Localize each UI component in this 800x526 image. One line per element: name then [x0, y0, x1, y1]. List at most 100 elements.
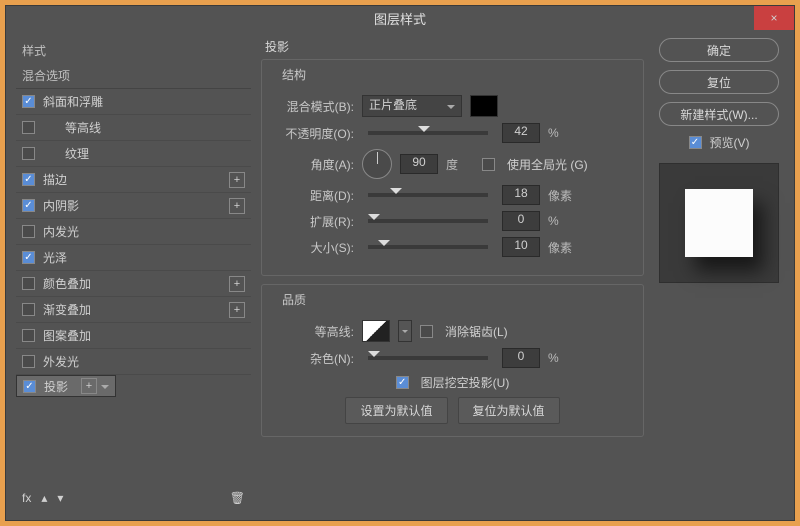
down-icon[interactable]: ▾	[57, 491, 63, 505]
set-default-button[interactable]: 设置为默认值	[345, 397, 447, 424]
antialias-label: 消除锯齿(L)	[445, 323, 508, 340]
effect-label: 内阴影	[43, 197, 229, 214]
effect-checkbox[interactable]	[22, 121, 35, 134]
effect-label: 颜色叠加	[43, 275, 229, 292]
right-panel: 确定 复位 新建样式(W)... 预览(V)	[654, 38, 784, 512]
effect-item-4[interactable]: 内阴影+	[16, 193, 251, 219]
size-slider[interactable]	[368, 245, 488, 249]
styles-panel: 样式 混合选项 斜面和浮雕等高线纹理描边+内阴影+内发光光泽颜色叠加+渐变叠加+…	[16, 38, 251, 512]
opacity-input[interactable]: 42	[502, 123, 540, 143]
opacity-slider[interactable]	[368, 131, 488, 135]
effect-item-6[interactable]: 光泽	[16, 245, 251, 271]
styles-header: 样式	[16, 38, 251, 63]
effect-item-9[interactable]: 图案叠加	[16, 323, 251, 349]
plus-icon[interactable]: +	[81, 378, 97, 394]
effects-list: 斜面和浮雕等高线纹理描边+内阴影+内发光光泽颜色叠加+渐变叠加+图案叠加外发光投…	[16, 89, 251, 484]
opacity-unit: %	[548, 126, 576, 140]
close-icon: ×	[770, 11, 777, 25]
preview-swatch	[685, 189, 753, 257]
effect-checkbox[interactable]	[23, 380, 36, 393]
effect-checkbox[interactable]	[22, 251, 35, 264]
preview-area	[659, 163, 779, 283]
styles-footer: fx ▴ ▾ 🗑	[16, 484, 251, 512]
size-input[interactable]: 10	[502, 237, 540, 257]
structure-group: 结构 混合模式(B): 正片叠底 不透明度(O): 42 % 角度(A): 90…	[261, 59, 644, 276]
plus-icon[interactable]: +	[229, 172, 245, 188]
angle-label: 角度(A):	[272, 156, 354, 173]
effect-item-5[interactable]: 内发光	[16, 219, 251, 245]
antialias-checkbox[interactable]	[420, 325, 433, 338]
quality-legend: 品质	[278, 291, 310, 308]
effect-checkbox[interactable]	[22, 355, 35, 368]
effect-checkbox[interactable]	[22, 199, 35, 212]
fx-icon[interactable]: fx	[22, 491, 31, 505]
effect-checkbox[interactable]	[22, 173, 35, 186]
shadow-color-swatch[interactable]	[470, 95, 498, 117]
preview-label: 预览(V)	[710, 134, 750, 151]
noise-slider[interactable]	[368, 356, 488, 360]
contour-picker[interactable]	[362, 320, 390, 342]
size-label: 大小(S):	[272, 239, 354, 256]
angle-dial[interactable]	[362, 149, 392, 179]
noise-unit: %	[548, 351, 576, 365]
effect-item-7[interactable]: 颜色叠加+	[16, 271, 251, 297]
blend-mode-select[interactable]: 正片叠底	[362, 95, 462, 117]
up-icon[interactable]: ▴	[41, 491, 47, 505]
distance-label: 距离(D):	[272, 187, 354, 204]
angle-unit: 度	[446, 156, 474, 173]
effect-checkbox[interactable]	[22, 95, 35, 108]
global-light-checkbox[interactable]	[482, 158, 495, 171]
global-light-label: 使用全局光 (G)	[507, 156, 588, 173]
trash-icon[interactable]: 🗑	[230, 491, 245, 505]
effect-label: 渐变叠加	[43, 301, 229, 318]
preview-checkbox[interactable]	[689, 136, 702, 149]
effect-item-2[interactable]: 纹理	[16, 141, 251, 167]
close-button[interactable]: ×	[754, 6, 794, 30]
dialog: 图层样式 × 样式 混合选项 斜面和浮雕等高线纹理描边+内阴影+内发光光泽颜色叠…	[5, 5, 795, 521]
quality-group: 品质 等高线: 消除锯齿(L) 杂色(N): 0 % 图层挖空投影(U)	[261, 284, 644, 437]
contour-label: 等高线:	[272, 323, 354, 340]
reset-default-button[interactable]: 复位为默认值	[458, 397, 560, 424]
effect-label: 纹理	[43, 145, 245, 162]
dialog-body: 样式 混合选项 斜面和浮雕等高线纹理描边+内阴影+内发光光泽颜色叠加+渐变叠加+…	[6, 30, 794, 520]
distance-unit: 像素	[548, 187, 576, 204]
effect-label: 等高线	[43, 119, 245, 136]
contour-dropdown[interactable]	[398, 320, 412, 342]
effect-item-3[interactable]: 描边+	[16, 167, 251, 193]
effect-item-8[interactable]: 渐变叠加+	[16, 297, 251, 323]
knockout-checkbox[interactable]	[396, 376, 409, 389]
size-unit: 像素	[548, 239, 576, 256]
effect-item-0[interactable]: 斜面和浮雕	[16, 89, 251, 115]
spread-input[interactable]: 0	[502, 211, 540, 231]
ok-button[interactable]: 确定	[659, 38, 779, 62]
plus-icon[interactable]: +	[229, 198, 245, 214]
effect-label: 斜面和浮雕	[43, 93, 245, 110]
spread-label: 扩展(R):	[272, 213, 354, 230]
effect-item-1[interactable]: 等高线	[16, 115, 251, 141]
blend-label: 混合模式(B):	[272, 98, 354, 115]
dialog-title: 图层样式	[374, 9, 426, 28]
effect-checkbox[interactable]	[22, 277, 35, 290]
plus-icon[interactable]: +	[229, 276, 245, 292]
effect-item-11[interactable]: 投影+	[16, 375, 116, 397]
effect-checkbox[interactable]	[22, 329, 35, 342]
spread-slider[interactable]	[368, 219, 488, 223]
effect-item-10[interactable]: 外发光	[16, 349, 251, 375]
effect-checkbox[interactable]	[22, 147, 35, 160]
distance-input[interactable]: 18	[502, 185, 540, 205]
noise-input[interactable]: 0	[502, 348, 540, 368]
effect-label: 内发光	[43, 223, 245, 240]
blending-options[interactable]: 混合选项	[16, 63, 251, 89]
distance-slider[interactable]	[368, 193, 488, 197]
cancel-button[interactable]: 复位	[659, 70, 779, 94]
spread-unit: %	[548, 214, 576, 228]
structure-legend: 结构	[278, 66, 310, 83]
opacity-label: 不透明度(O):	[272, 125, 354, 142]
plus-icon[interactable]: +	[229, 302, 245, 318]
effect-label: 光泽	[43, 249, 245, 266]
angle-input[interactable]: 90	[400, 154, 438, 174]
new-style-button[interactable]: 新建样式(W)...	[659, 102, 779, 126]
effect-checkbox[interactable]	[22, 303, 35, 316]
effect-label: 外发光	[43, 353, 245, 370]
effect-checkbox[interactable]	[22, 225, 35, 238]
